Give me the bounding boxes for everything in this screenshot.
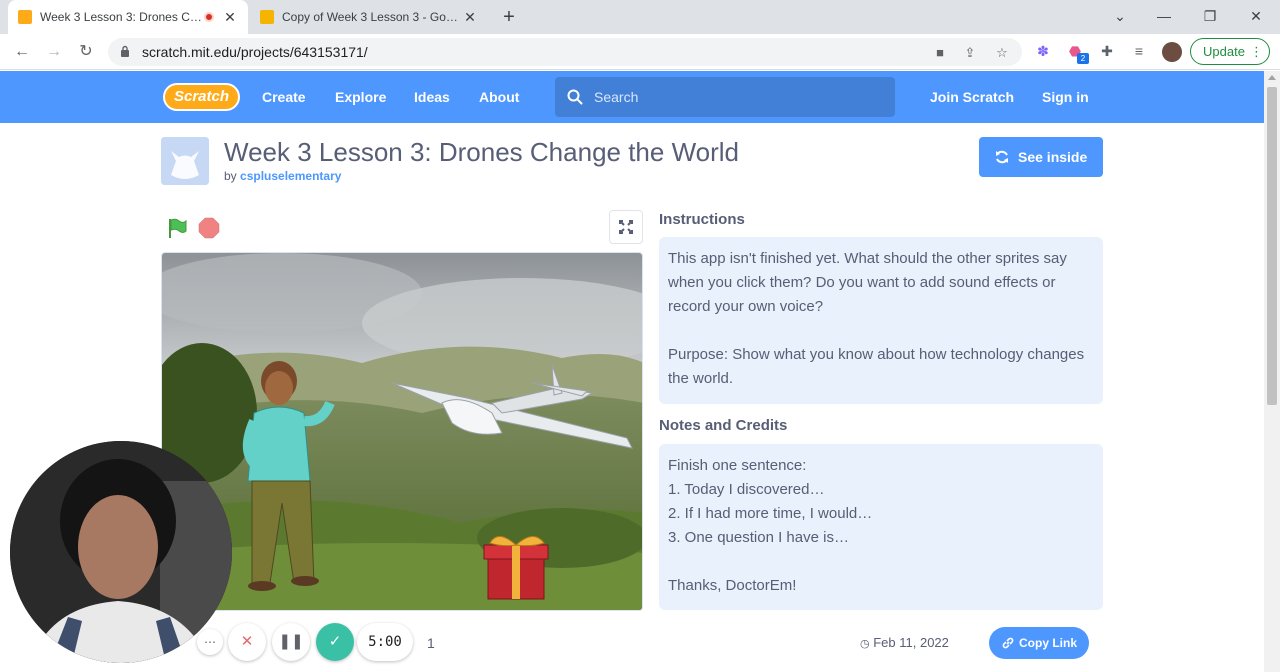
byline-prefix: by (224, 169, 237, 183)
instructions-text: This app isn't finished yet. What should… (668, 250, 1085, 387)
date-text: Feb 11, 2022 (873, 635, 949, 650)
url-text: scratch.mit.edu/projects/643153171/ (142, 44, 368, 60)
project-title: Week 3 Lesson 3: Drones Change the World (224, 137, 739, 167)
extension-flower-icon[interactable]: ✽ (1034, 42, 1052, 60)
restore-button[interactable]: ❐ (1188, 0, 1232, 32)
scratch-favicon-icon (18, 10, 32, 24)
copy-link-label: Copy Link (1019, 636, 1078, 650)
nav-create[interactable]: Create (262, 71, 306, 123)
close-window-button[interactable]: ✕ (1234, 0, 1278, 32)
scratch-cat-avatar-icon (161, 137, 209, 185)
share-icon[interactable]: ⇪ (962, 45, 978, 61)
recorder-count: 1 (427, 635, 435, 651)
reading-list-icon[interactable]: ≡ (1130, 42, 1148, 60)
nav-about[interactable]: About (479, 71, 519, 123)
close-tab-icon[interactable]: ✕ (222, 9, 238, 25)
gift-sprite[interactable] (483, 536, 549, 600)
recorder-finish-button[interactable]: ✓ (316, 623, 354, 661)
slides-favicon-icon (260, 10, 274, 24)
recording-indicator-icon (204, 12, 214, 22)
forward-button[interactable]: → (40, 38, 68, 66)
fullscreen-icon (619, 220, 633, 234)
scrollbar-thumb[interactable] (1267, 87, 1277, 405)
nav-ideas[interactable]: Ideas (414, 71, 450, 123)
fullscreen-button[interactable] (609, 210, 643, 244)
notes-text: Finish one sentence: 1. Today I discover… (668, 457, 873, 594)
author-link[interactable]: cspluselementary (240, 169, 341, 183)
player-controls (161, 208, 643, 250)
tab-search-chevron-icon[interactable]: ⌄ (1098, 0, 1142, 32)
remix-arrows-icon (996, 150, 1008, 164)
lock-icon (121, 45, 129, 57)
tab-scratch-project[interactable]: Week 3 Lesson 3: Drones Change the World… (8, 0, 248, 34)
copy-link-button[interactable]: Copy Link (989, 627, 1089, 659)
recorder-timer: 5:00 (357, 623, 413, 661)
recorder-pause-button[interactable]: ❚❚ (272, 623, 310, 661)
instructions-heading: Instructions (659, 211, 745, 228)
join-scratch-link[interactable]: Join Scratch (930, 71, 1014, 123)
recorder-more-button[interactable]: ⋯ (197, 629, 223, 655)
bookmark-star-icon[interactable]: ☆ (994, 45, 1010, 61)
search-placeholder: Search (594, 89, 639, 105)
notes-heading: Notes and Credits (659, 417, 788, 434)
reload-button[interactable]: ↻ (72, 38, 100, 66)
back-button[interactable]: ← (8, 38, 36, 66)
close-tab-icon[interactable]: ✕ (462, 9, 478, 25)
browser-toolbar: ← → ↻ scratch.mit.edu/projects/643153171… (0, 34, 1280, 70)
see-inside-button[interactable]: See inside (979, 137, 1103, 177)
project-stage[interactable] (161, 252, 643, 611)
scroll-up-arrow-icon[interactable] (1268, 75, 1276, 80)
camera-icon[interactable]: ■ (932, 45, 948, 61)
minimize-button[interactable]: — (1142, 0, 1186, 32)
update-button[interactable]: Update ⋮ (1190, 38, 1270, 65)
tab-title: Copy of Week 3 Lesson 3 - Google Slides (282, 10, 462, 24)
menu-kebab-icon: ⋮ (1250, 44, 1263, 59)
green-flag-icon[interactable] (166, 217, 188, 239)
browser-tab-strip: Week 3 Lesson 3: Drones Change the World… (0, 0, 1280, 34)
search-icon (567, 89, 583, 105)
scratch-header: Scratch Create Explore Ideas About Searc… (0, 71, 1264, 123)
link-icon (1002, 637, 1014, 649)
recorder-toolbar: ⋯ ✕ ❚❚ ✓ 5:00 (190, 622, 450, 664)
profile-avatar[interactable] (1162, 42, 1182, 62)
recorder-cancel-button[interactable]: ✕ (228, 623, 266, 661)
project-byline: by cspluselementary (224, 169, 341, 183)
notes-box: Finish one sentence: 1. Today I discover… (659, 444, 1103, 610)
extension-count-badge: 2 (1077, 53, 1089, 64)
stage-scene (162, 253, 642, 610)
address-bar[interactable]: scratch.mit.edu/projects/643153171/ ■ ⇪ … (108, 38, 1022, 66)
sign-in-link[interactable]: Sign in (1042, 71, 1089, 123)
scratch-logo[interactable]: Scratch (163, 83, 240, 111)
see-inside-label: See inside (1018, 149, 1088, 165)
new-tab-button[interactable]: + (498, 6, 520, 28)
page-scrollbar[interactable] (1264, 71, 1280, 672)
search-input[interactable]: Search (555, 77, 895, 117)
extensions-puzzle-icon[interactable]: ✚ (1098, 42, 1116, 60)
author-avatar[interactable] (161, 137, 209, 185)
tab-title: Week 3 Lesson 3: Drones Change the World (40, 10, 204, 24)
stop-sign-icon[interactable] (198, 217, 220, 239)
update-label: Update (1203, 44, 1245, 59)
nav-explore[interactable]: Explore (335, 71, 386, 123)
tab-google-slides[interactable]: Copy of Week 3 Lesson 3 - Google Slides … (250, 0, 488, 34)
instructions-box: This app isn't finished yet. What should… (659, 237, 1103, 404)
project-date: ◷ Feb 11, 2022 (860, 633, 949, 654)
calendar-icon: ◷ (860, 638, 870, 650)
